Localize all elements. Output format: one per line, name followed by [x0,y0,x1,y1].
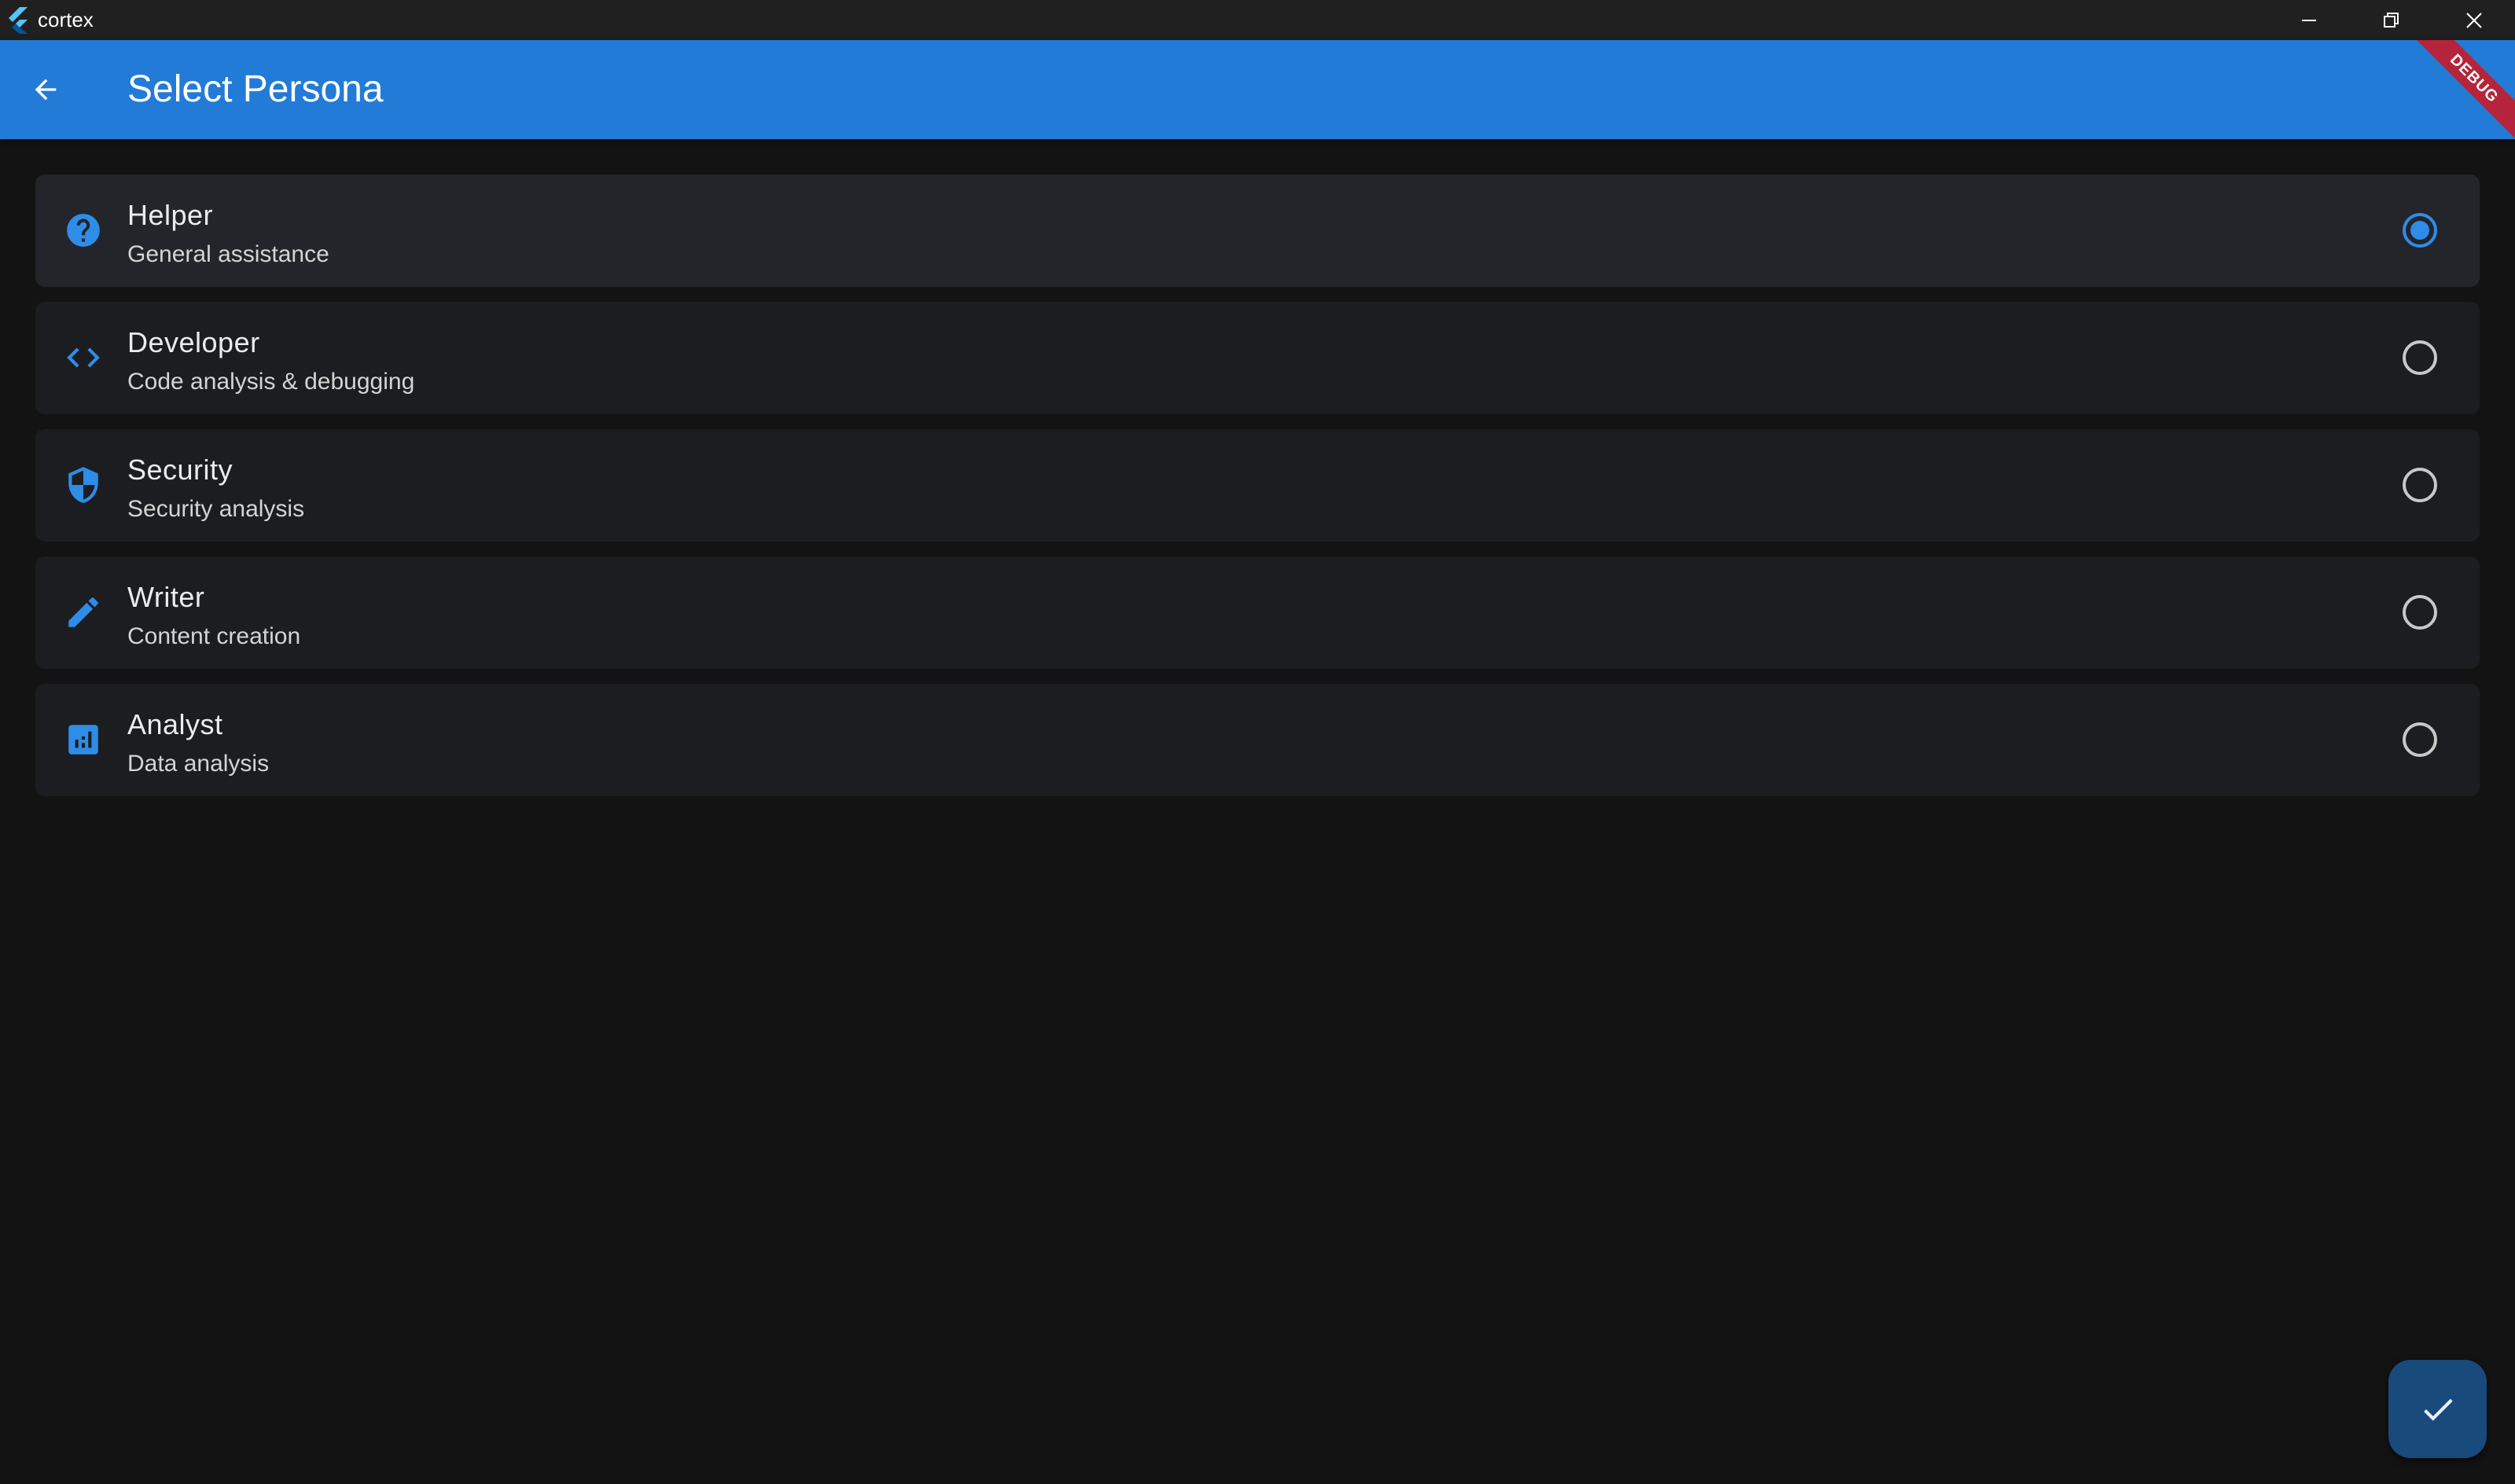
window-controls [2267,0,2515,40]
shield-icon [64,465,103,505]
persona-radio-writer[interactable] [2403,595,2437,630]
persona-radio-security[interactable] [2403,468,2437,502]
persona-list: Helper General assistance Developer Code… [35,174,2480,811]
persona-name: Analyst [127,708,223,740]
arrow-back-icon [35,79,57,101]
persona-item-developer[interactable]: Developer Code analysis & debugging [35,302,2480,414]
close-icon [2465,12,2482,28]
flutter-logo-icon [9,6,28,34]
persona-description: Code analysis & debugging [127,369,415,395]
persona-name: Writer [127,581,205,613]
restore-icon [2383,12,2399,28]
persona-name: Helper [127,199,214,231]
persona-description: Security analysis [127,496,305,522]
close-button[interactable] [2432,0,2515,40]
window-title: cortex [38,8,94,31]
persona-item-writer[interactable]: Writer Content creation [35,556,2480,669]
minimize-button[interactable] [2267,0,2350,40]
persona-radio-analyst[interactable] [2403,722,2437,757]
pencil-icon [64,593,103,632]
persona-item-helper[interactable]: Helper General assistance [35,174,2480,287]
persona-name: Developer [127,326,260,358]
persona-radio-helper[interactable] [2403,213,2437,248]
debug-banner: DEBUG [2392,40,2515,139]
help-circle-icon [64,211,103,250]
persona-name: Security [127,454,233,486]
check-icon [2423,1398,2453,1421]
persona-radio-developer[interactable] [2403,340,2437,375]
window-titlebar: cortex [0,0,2515,40]
persona-item-analyst[interactable]: Analyst Data analysis [35,684,2480,796]
back-button[interactable] [22,66,69,113]
persona-description: General assistance [127,241,329,267]
persona-description: Data analysis [127,751,270,777]
minimize-icon [2301,19,2316,21]
persona-description: Content creation [127,623,301,649]
restore-button[interactable] [2350,0,2432,40]
page-title: Select Persona [127,68,384,110]
app-bar: Select Persona DEBUG [0,40,2515,139]
code-icon [64,338,103,377]
analytics-icon [64,720,103,759]
persona-item-security[interactable]: Security Security analysis [35,429,2480,542]
confirm-fab[interactable] [2388,1360,2487,1458]
